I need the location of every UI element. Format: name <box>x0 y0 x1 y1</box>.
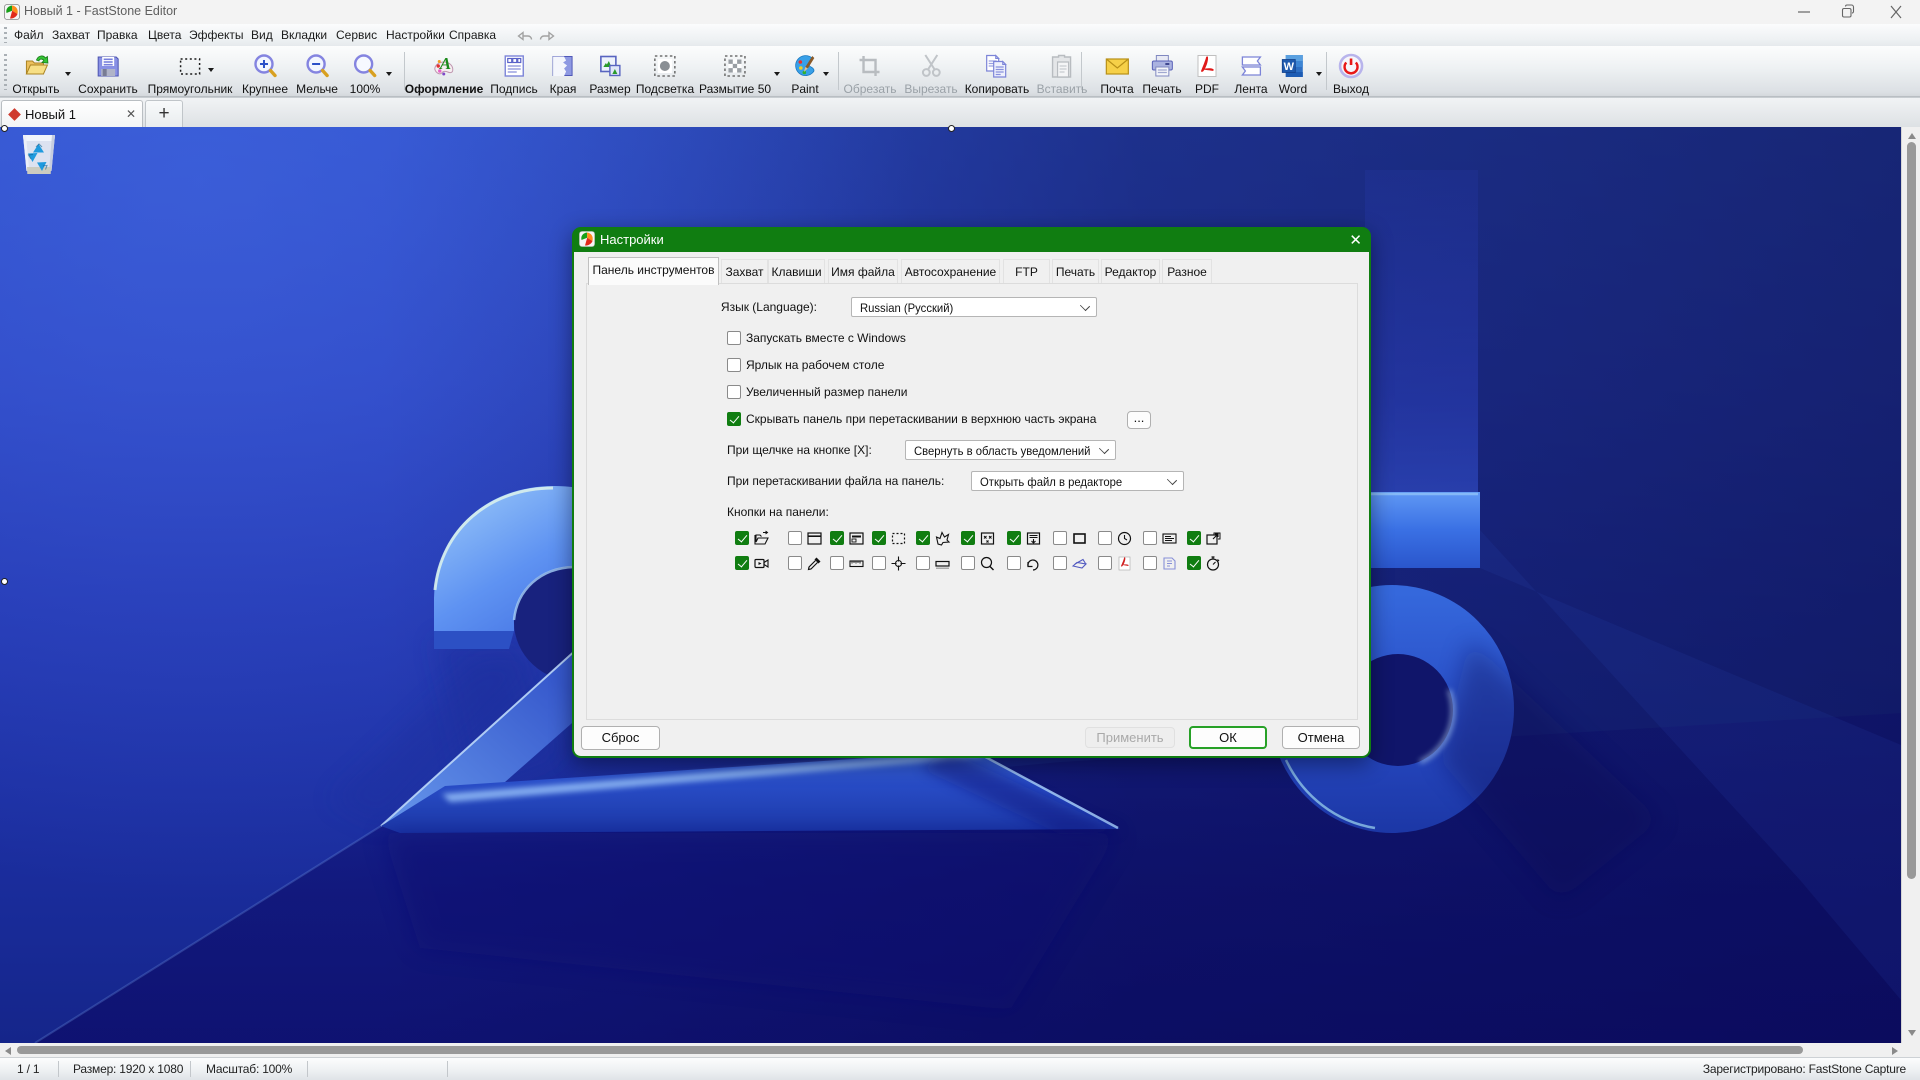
svg-text:A: A <box>439 54 451 73</box>
svg-text:W: W <box>1284 61 1295 73</box>
